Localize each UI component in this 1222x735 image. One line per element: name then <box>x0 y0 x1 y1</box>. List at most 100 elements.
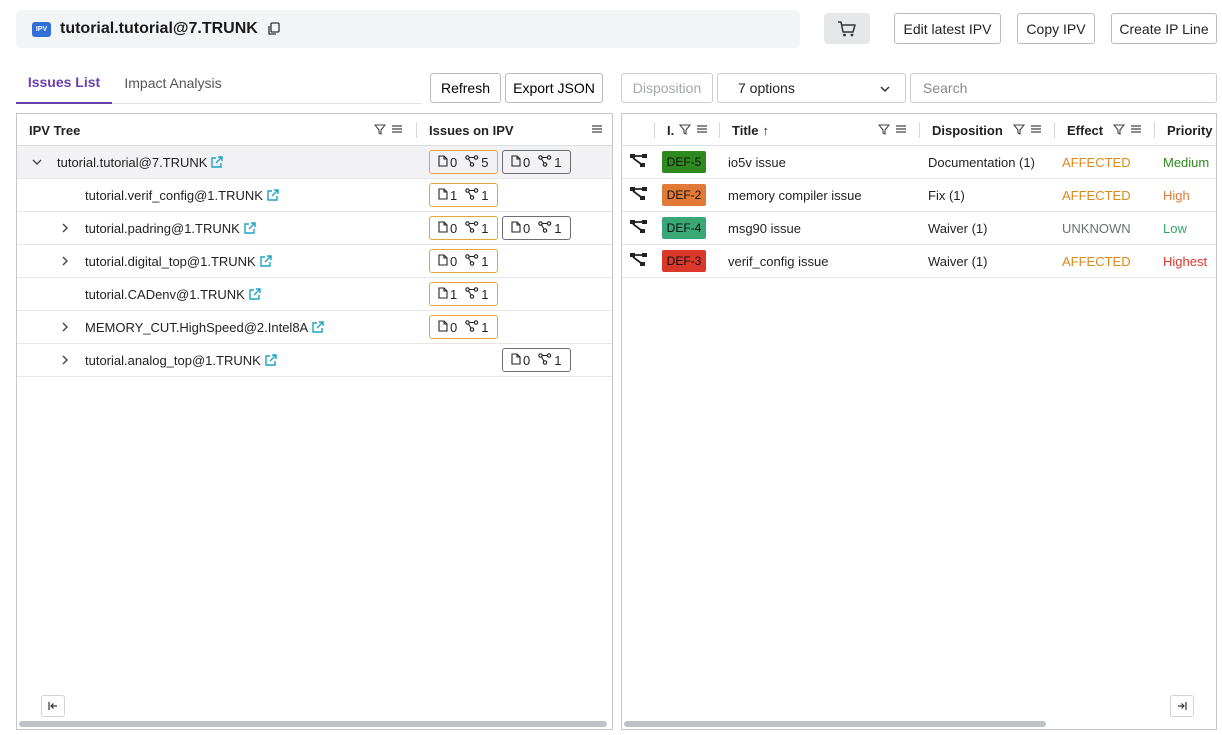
tab-impact-analysis[interactable]: Impact Analysis <box>118 62 228 104</box>
issue-title: memory compiler issue <box>728 187 862 203</box>
filter-icon[interactable] <box>878 123 890 135</box>
disposition-button[interactable]: Disposition <box>621 73 713 103</box>
col-header-id[interactable]: I. <box>667 114 674 146</box>
filter-icon[interactable] <box>1113 123 1125 135</box>
column-divider[interactable] <box>654 122 655 138</box>
workflow-icon[interactable] <box>629 252 649 271</box>
tree-node-name[interactable]: tutorial.analog_top@1.TRUNK <box>85 353 261 368</box>
direct-issues-badge[interactable]: 01 <box>429 249 498 273</box>
tree-row[interactable]: tutorial.analog_top@1.TRUNK 0 1 <box>17 344 612 377</box>
tree-node-name[interactable]: tutorial.digital_top@1.TRUNK <box>85 254 256 269</box>
copy-ipv-button[interactable]: Copy IPV <box>1017 13 1095 44</box>
chevron-down-icon[interactable] <box>31 156 43 171</box>
tree-row[interactable]: tutorial.verif_config@1.TRUNK 1 1 <box>17 179 612 212</box>
issue-id-chip[interactable]: DEF-4 <box>662 217 706 239</box>
direct-issues-badge[interactable]: 11 <box>429 282 498 306</box>
tab-issues-list[interactable]: Issues List <box>16 62 112 104</box>
issue-priority: Medium <box>1163 154 1210 170</box>
col-header-priority[interactable]: Priority <box>1167 114 1213 146</box>
external-link-icon[interactable] <box>210 155 224 169</box>
branch-count: 1 <box>481 253 489 269</box>
direct-issues-badge[interactable]: 11 <box>429 183 498 207</box>
document-icon <box>438 154 448 170</box>
external-link-icon[interactable] <box>243 221 256 235</box>
copy-icon[interactable] <box>267 22 281 36</box>
chevron-right-icon[interactable] <box>59 321 71 336</box>
search-input[interactable] <box>910 73 1217 103</box>
tree-row[interactable]: tutorial.CADenv@1.TRUNK 1 1 <box>17 278 612 311</box>
create-ip-line-button[interactable]: Create IP Line <box>1111 13 1217 44</box>
direct-issues-badge[interactable]: 01 <box>429 315 498 339</box>
branch-count: 1 <box>554 154 562 170</box>
workflow-icon[interactable] <box>629 186 649 205</box>
column-divider[interactable] <box>416 122 417 138</box>
chevron-right-icon[interactable] <box>59 222 71 237</box>
direct-issues-badge[interactable]: 05 <box>429 150 498 174</box>
external-link-icon[interactable] <box>259 254 272 268</box>
external-link-icon[interactable] <box>264 353 277 367</box>
issue-row[interactable]: DEF-2 memory compiler issue Fix (1) AFFECTE… <box>622 179 1216 212</box>
edit-latest-ipv-button[interactable]: Edit latest IPV <box>894 13 1001 44</box>
horizontal-scrollbar[interactable] <box>624 721 1046 727</box>
collapse-right-button[interactable] <box>1170 695 1194 717</box>
issue-priority: High <box>1163 187 1190 203</box>
inherited-issues-badge[interactable]: 01 <box>502 150 571 174</box>
refresh-button[interactable]: Refresh <box>430 73 501 103</box>
inherited-issues-badge[interactable]: 01 <box>502 348 571 372</box>
column-divider[interactable] <box>1154 122 1155 138</box>
tree-node-name[interactable]: tutorial.tutorial@7.TRUNK <box>57 155 207 170</box>
issue-id-chip[interactable]: DEF-2 <box>662 184 706 206</box>
tree-node-name[interactable]: tutorial.CADenv@1.TRUNK <box>85 287 245 302</box>
tree-node-name[interactable]: tutorial.verif_config@1.TRUNK <box>85 188 263 203</box>
external-link-icon[interactable] <box>248 287 261 301</box>
col-header-ipv-tree[interactable]: IPV Tree <box>29 114 80 146</box>
issue-count: 0 <box>450 253 458 269</box>
filter-icon[interactable] <box>374 123 386 135</box>
chevron-right-icon[interactable] <box>59 354 71 369</box>
collapse-left-button[interactable] <box>41 695 65 717</box>
issue-effect: UNKNOWN <box>1062 220 1131 236</box>
options-select[interactable]: 7 options <box>717 73 906 103</box>
menu-icon[interactable] <box>591 123 603 135</box>
cart-button[interactable] <box>824 13 870 44</box>
tree-row[interactable]: tutorial.padring@1.TRUNK 0 1 0 1 <box>17 212 612 245</box>
column-divider[interactable] <box>719 122 720 138</box>
tree-row[interactable]: tutorial.tutorial@7.TRUNK 0 5 0 1 <box>17 146 612 179</box>
col-header-effect[interactable]: Effect <box>1067 114 1103 146</box>
issue-row[interactable]: DEF-4 msg90 issue Waiver (1) UNKNOWN Low <box>622 212 1216 245</box>
direct-issues-badge[interactable]: 01 <box>429 216 498 240</box>
col-header-issues-on-ipv[interactable]: Issues on IPV <box>429 114 514 146</box>
tree-row[interactable]: tutorial.digital_top@1.TRUNK 0 1 <box>17 245 612 278</box>
workflow-icon[interactable] <box>629 219 649 238</box>
inherited-issues-badge[interactable]: 01 <box>502 216 571 240</box>
horizontal-scrollbar[interactable] <box>19 721 607 727</box>
issue-id-chip[interactable]: DEF-3 <box>662 250 706 272</box>
menu-icon[interactable] <box>1130 123 1142 135</box>
issue-row[interactable]: DEF-5 io5v issue Documentation (1) AFFECTED… <box>622 146 1216 179</box>
filter-icon[interactable] <box>679 123 691 135</box>
external-link-icon[interactable] <box>311 320 324 334</box>
col-header-title[interactable]: Title ↑ <box>732 114 769 146</box>
tree-node-name[interactable]: tutorial.padring@1.TRUNK <box>85 221 240 236</box>
workflow-icon[interactable] <box>629 153 649 172</box>
arrow-right-to-bar-icon <box>1178 702 1187 710</box>
menu-icon[interactable] <box>696 123 708 135</box>
issue-row[interactable]: DEF-3 verif_config issue Waiver (1) AFFECTE… <box>622 245 1216 278</box>
tree-node-name[interactable]: MEMORY_CUT.HighSpeed@2.Intel8A <box>85 320 308 335</box>
menu-icon[interactable] <box>895 123 907 135</box>
branch-icon <box>465 253 479 269</box>
external-link-icon[interactable] <box>266 188 279 202</box>
menu-icon[interactable] <box>391 123 403 135</box>
cart-icon <box>838 20 856 36</box>
filter-icon[interactable] <box>1013 123 1025 135</box>
issues-header: I. Title ↑ Disposition Effect Priority <box>622 114 1216 146</box>
column-divider[interactable] <box>919 122 920 138</box>
column-divider[interactable] <box>1054 122 1055 138</box>
chevron-right-icon[interactable] <box>59 255 71 270</box>
tree-row[interactable]: MEMORY_CUT.HighSpeed@2.Intel8A 0 1 <box>17 311 612 344</box>
issue-effect: AFFECTED <box>1062 154 1131 170</box>
issue-id-chip[interactable]: DEF-5 <box>662 151 706 173</box>
export-json-button[interactable]: Export JSON <box>505 73 603 103</box>
col-header-disposition[interactable]: Disposition <box>932 114 1003 146</box>
menu-icon[interactable] <box>1030 123 1042 135</box>
